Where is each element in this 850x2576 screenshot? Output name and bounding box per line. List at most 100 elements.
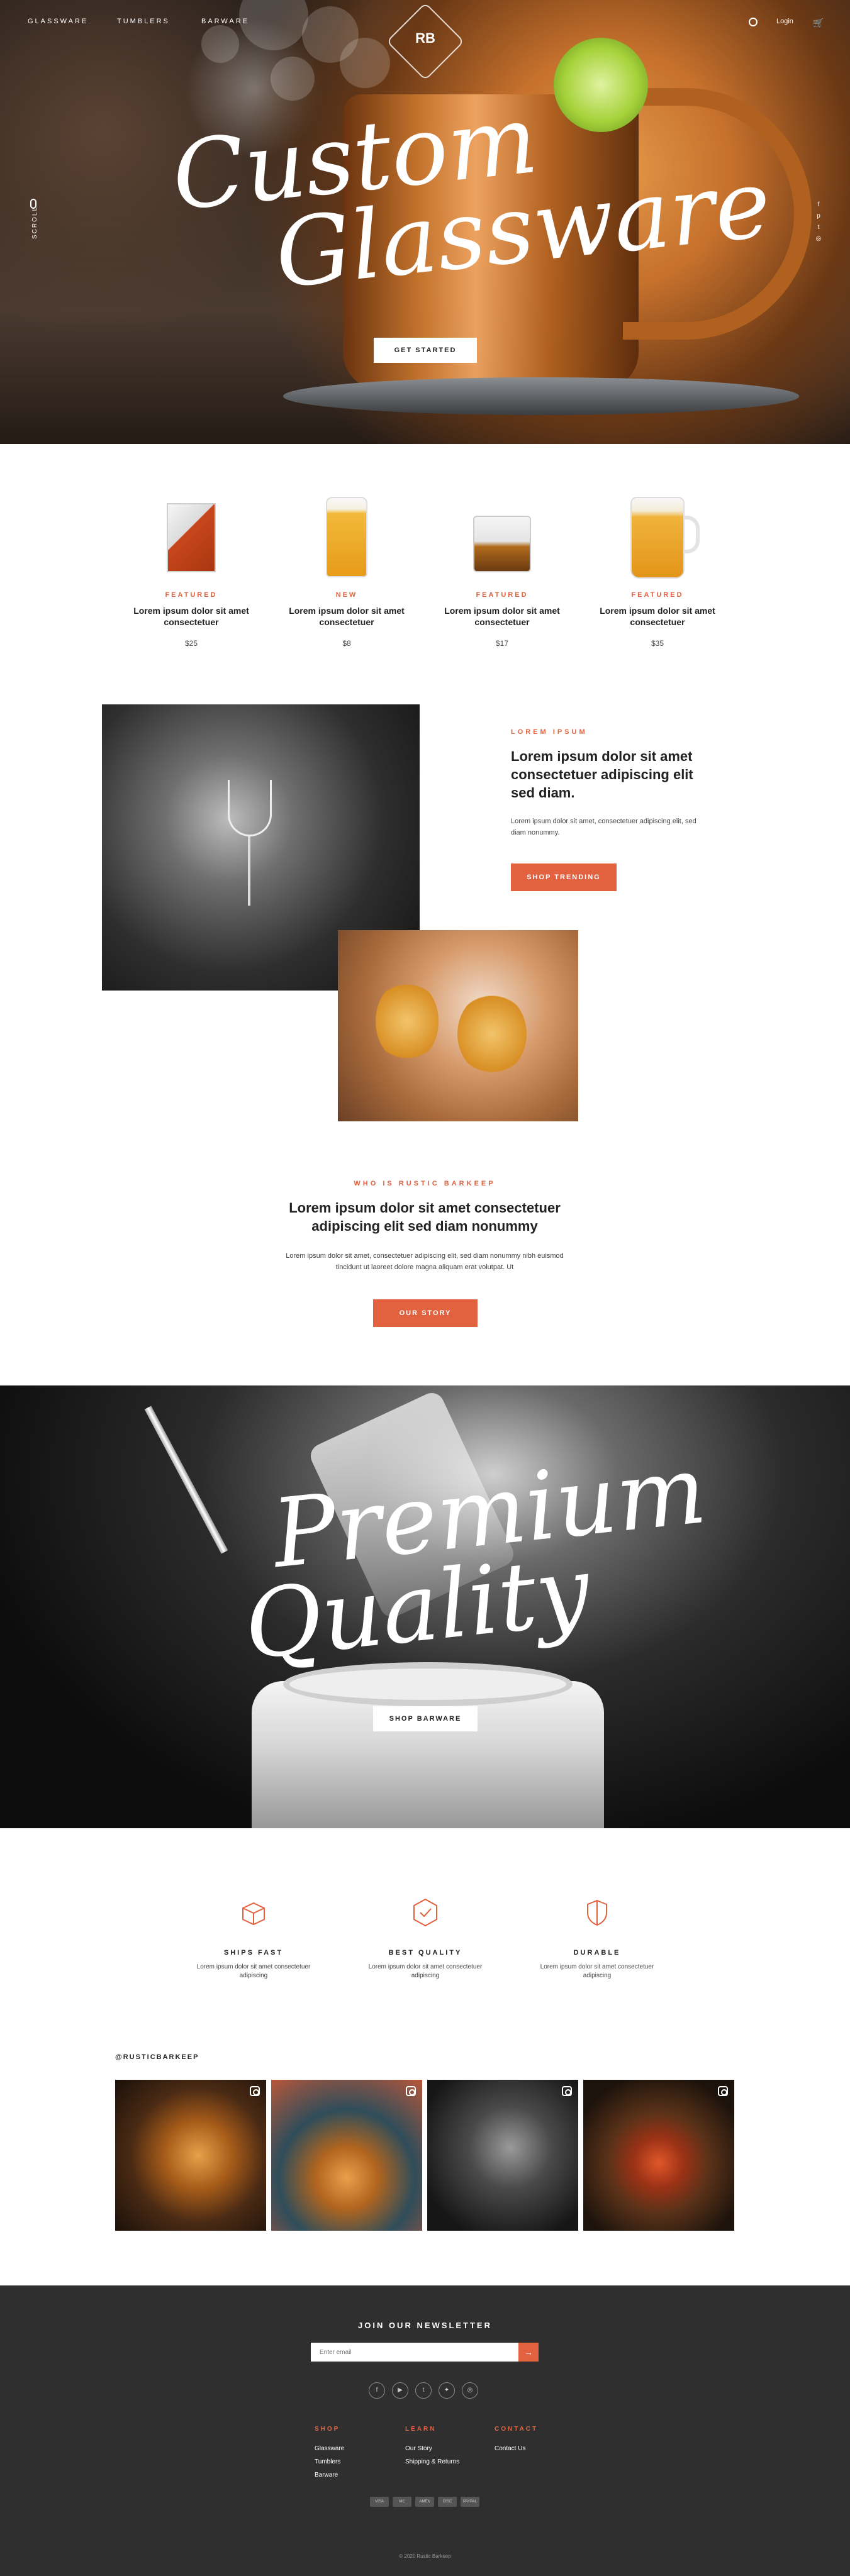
product-price: $35 — [651, 639, 664, 648]
wine-glass-stem — [248, 836, 250, 906]
beer-pitcher-image — [630, 497, 685, 579]
instagram-icon — [406, 2086, 416, 2096]
facebook-icon[interactable]: f — [815, 201, 822, 208]
product-card[interactable]: FEATURED Lorem ipsum dolor sit amet cons… — [439, 497, 565, 648]
product-tag: FEATURED — [476, 591, 528, 599]
instagram-handle[interactable]: @RUSTICBARKEEP — [115, 2053, 199, 2061]
feature-eyebrow: LOREM IPSUM — [511, 728, 588, 736]
benefit-title: SHIPS FAST — [223, 1949, 284, 1957]
newsletter-submit-button[interactable]: → — [518, 2343, 539, 2362]
instagram-post[interactable] — [427, 2080, 578, 2231]
beer-glass-shape — [457, 993, 527, 1075]
footer-learn-column: LEARN Our Story Shipping & Returns — [405, 2423, 459, 2468]
product-image — [467, 497, 537, 579]
instagram-post[interactable] — [583, 2080, 734, 2231]
visa-icon: VISA — [370, 2497, 389, 2507]
shop-trending-button[interactable]: SHOP TRENDING — [511, 863, 617, 891]
footer-shop-column: SHOP Glassware Tumblers Barware — [315, 2423, 344, 2482]
product-card[interactable]: FEATURED Lorem ipsum dolor sit amet cons… — [128, 497, 254, 648]
benefit-title: DURABLE — [573, 1949, 621, 1957]
product-image — [312, 497, 381, 579]
product-price: $25 — [184, 639, 198, 648]
hero-section: GLASSWARE TUMBLERS BARWARE Login 🛒 RB Cu… — [0, 0, 850, 444]
benefit-title: BEST QUALITY — [388, 1949, 462, 1957]
about-block: WHO IS RUSTIC BARKEEP Lorem ipsum dolor … — [236, 1180, 613, 1273]
product-image — [623, 497, 700, 579]
search-icon[interactable] — [749, 18, 758, 26]
instagram-icon — [562, 2086, 572, 2096]
product-price: $17 — [495, 639, 509, 648]
nav-barware[interactable]: BARWARE — [201, 18, 249, 25]
shield-icon — [587, 1899, 607, 1926]
about-heading: Lorem ipsum dolor sit amet consectetuer … — [289, 1200, 561, 1234]
scroll-label: SCROLL — [31, 206, 38, 239]
benefit-desc: Lorem ipsum dolor sit amet consectetuer … — [196, 1963, 311, 1979]
discover-icon: DISC — [438, 2497, 457, 2507]
product-tag: NEW — [335, 591, 358, 599]
instagram-post[interactable] — [271, 2080, 422, 2231]
footer-link[interactable]: Glassware — [315, 2442, 344, 2455]
paypal-icon: PAYPAL — [461, 2497, 479, 2507]
product-name: Lorem ipsum dolor sit amet consectetuer — [133, 606, 249, 627]
hero-title: Custom Glassware — [167, 81, 776, 309]
footer-learn-heading: LEARN — [405, 2426, 437, 2433]
logo-text: RB — [415, 30, 435, 46]
instagram-icon[interactable]: ◎ — [815, 235, 822, 242]
product-card[interactable]: NEW Lorem ipsum dolor sit amet consectet… — [284, 497, 410, 648]
bokeh-light — [340, 38, 390, 88]
feature-body: Lorem ipsum dolor sit amet, consectetuer… — [511, 818, 696, 836]
footer-contact-heading: CONTACT — [495, 2426, 539, 2433]
about-eyebrow: WHO IS RUSTIC BARKEEP — [354, 1180, 496, 1187]
instagram-icon — [250, 2086, 260, 2096]
mastercard-icon: MC — [393, 2497, 411, 2507]
newsletter-email-input[interactable] — [311, 2343, 518, 2362]
our-story-button[interactable]: OUR STORY — [373, 1299, 478, 1327]
instagram-post[interactable] — [115, 2080, 266, 2231]
nav-tumblers[interactable]: TUMBLERS — [117, 18, 170, 25]
twitter-icon[interactable]: t — [815, 224, 822, 231]
silver-tray-image — [283, 377, 799, 415]
bar-spoon-image — [144, 1406, 228, 1554]
bokeh-light — [271, 57, 315, 101]
product-price: $8 — [342, 639, 351, 648]
product-name: Lorem ipsum dolor sit amet consectetuer — [444, 606, 560, 627]
facebook-icon[interactable]: f — [369, 2382, 385, 2399]
pinterest-icon[interactable]: p — [815, 213, 822, 219]
newsletter-title: JOIN OUR NEWSLETTER — [357, 2321, 492, 2330]
product-tag: FEATURED — [165, 591, 218, 599]
feature-text-block: LOREM IPSUM Lorem ipsum dolor sit amet c… — [511, 728, 712, 838]
footer-link[interactable]: Our Story — [405, 2442, 459, 2455]
product-image — [157, 497, 226, 579]
whiskey-glass-image — [167, 503, 216, 572]
footer: JOIN OUR NEWSLETTER → f ▶ t ✦ ◎ SHOP Gla… — [0, 2285, 850, 2576]
footer-link[interactable]: Contact Us — [495, 2442, 538, 2455]
benefit-item: SHIPS FAST Lorem ipsum dolor sit amet co… — [184, 1896, 323, 1980]
product-name: Lorem ipsum dolor sit amet consectetuer — [289, 606, 405, 627]
tumblr-icon[interactable]: t — [415, 2382, 432, 2399]
instagram-icon[interactable]: ◎ — [462, 2382, 478, 2399]
instagram-icon — [718, 2086, 728, 2096]
footer-link[interactable]: Tumblers — [315, 2455, 344, 2468]
nav-glassware[interactable]: GLASSWARE — [28, 18, 88, 25]
social-sidebar: f p t ◎ — [815, 201, 823, 247]
box-icon — [242, 1902, 265, 1926]
beer-glass-shape — [376, 980, 439, 1062]
about-body: Lorem ipsum dolor sit amet, consectetuer… — [286, 1252, 564, 1271]
get-started-button[interactable]: GET STARTED — [374, 338, 477, 363]
product-tag: FEATURED — [631, 591, 684, 599]
amex-icon: AMEX — [415, 2497, 434, 2507]
shop-barware-button[interactable]: SHOP BARWARE — [373, 1706, 478, 1731]
twitter-icon[interactable]: ✦ — [439, 2382, 455, 2399]
benefit-desc: Lorem ipsum dolor sit amet consectetuer … — [540, 1963, 654, 1979]
footer-link[interactable]: Barware — [315, 2468, 344, 2482]
footer-link[interactable]: Shipping & Returns — [405, 2455, 459, 2468]
footer-contact-column: CONTACT Contact Us — [495, 2423, 538, 2455]
login-link[interactable]: Login — [776, 18, 793, 25]
feature-heading: Lorem ipsum dolor sit amet consectetuer … — [511, 748, 693, 801]
pitcher-handle — [683, 516, 700, 553]
badge-check-icon — [413, 1898, 437, 1927]
youtube-icon[interactable]: ▶ — [392, 2382, 408, 2399]
benefit-item: DURABLE Lorem ipsum dolor sit amet conse… — [528, 1896, 666, 1980]
product-card[interactable]: FEATURED Lorem ipsum dolor sit amet cons… — [595, 497, 720, 648]
cart-icon[interactable]: 🛒 — [813, 18, 824, 28]
